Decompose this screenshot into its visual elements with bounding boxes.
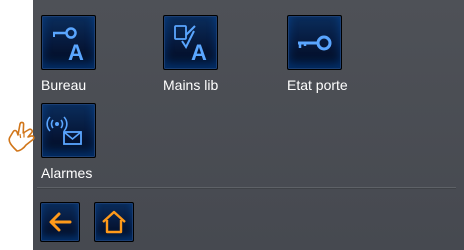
arrow-left-icon [49,212,72,232]
home-icon [102,210,126,234]
mains-lib-button[interactable]: A [163,15,218,70]
etat-porte-button[interactable] [287,15,342,70]
key-a-icon: A [53,27,84,65]
bureau-button[interactable]: A [41,15,96,70]
back-button[interactable] [40,202,80,242]
handsfree-a-icon: A [174,25,207,65]
a-letter: A [68,40,84,65]
separator-line [37,187,456,189]
tile-label-alarmes: Alarmes [41,165,93,181]
tile-label-etat-porte: Etat porte [287,77,348,93]
hand-pointer-icon [8,121,35,152]
alarm-mail-icon [46,116,82,145]
tile-label-bureau: Bureau [41,77,87,93]
a-letter: A [191,40,207,65]
alarmes-button[interactable] [41,103,96,158]
key-icon [298,35,332,51]
tile-label-mains-lib: Mains lib [163,77,219,93]
home-button[interactable] [94,202,134,242]
